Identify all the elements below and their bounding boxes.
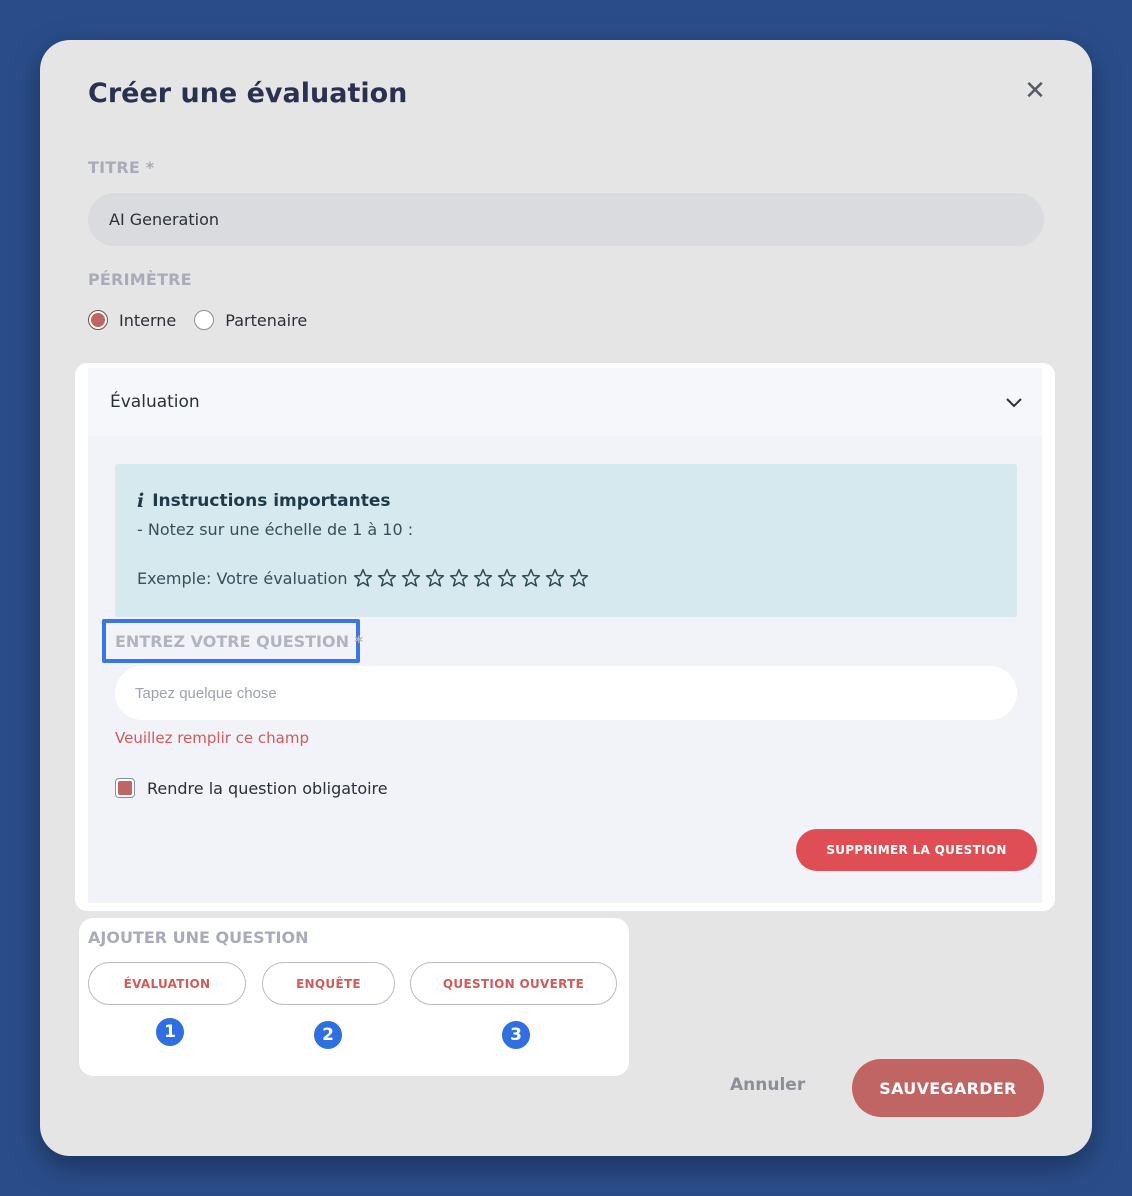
add-question-panel: AJOUTER UNE QUESTION ÉVALUATION ENQUÊTE … bbox=[79, 918, 629, 1076]
info-icon: i bbox=[137, 490, 145, 512]
mandatory-label[interactable]: Rendre la question obligatoire bbox=[147, 779, 388, 798]
save-button[interactable]: SAUVEGARDER bbox=[852, 1059, 1044, 1117]
instructions-example: Exemple: Votre évaluation bbox=[137, 568, 995, 588]
step-badge-3: 3 bbox=[500, 1019, 532, 1051]
star-icon bbox=[425, 568, 444, 587]
add-evaluation-button[interactable]: ÉVALUATION bbox=[88, 962, 246, 1005]
star-icon bbox=[353, 568, 372, 587]
perimetre-label: PÉRIMÈTRE bbox=[88, 270, 192, 289]
add-open-question-button[interactable]: QUESTION OUVERTE bbox=[410, 962, 617, 1005]
accordion-header[interactable]: Évaluation bbox=[88, 368, 1042, 436]
radio-partenaire-label[interactable]: Partenaire bbox=[225, 311, 307, 330]
question-card: Évaluation i Instructions importantes - … bbox=[75, 363, 1055, 911]
star-icon bbox=[497, 568, 516, 587]
instructions-title: Instructions importantes bbox=[152, 491, 391, 511]
chevron-down-icon[interactable] bbox=[1004, 392, 1024, 412]
star-rating bbox=[353, 568, 593, 588]
instructions-heading: i Instructions importantes bbox=[137, 490, 995, 512]
star-icon bbox=[377, 568, 396, 587]
question-input[interactable] bbox=[115, 666, 1017, 720]
mandatory-row: Rendre la question obligatoire bbox=[115, 778, 388, 798]
star-icon bbox=[473, 568, 492, 587]
example-text: Exemple: Votre évaluation bbox=[137, 568, 348, 588]
perimetre-radio-group: Interne Partenaire bbox=[88, 310, 325, 330]
question-body: Évaluation i Instructions importantes - … bbox=[88, 368, 1042, 903]
titre-value: AI Generation bbox=[109, 210, 220, 229]
instructions-line: - Notez sur une échelle de 1 à 10 : bbox=[137, 520, 414, 539]
mandatory-checkbox[interactable] bbox=[115, 778, 135, 798]
star-icon bbox=[401, 568, 420, 587]
radio-interne[interactable] bbox=[88, 310, 108, 330]
cancel-button[interactable]: Annuler bbox=[730, 1075, 805, 1095]
star-icon bbox=[449, 568, 468, 587]
delete-question-button[interactable]: SUPPRIMER LA QUESTION bbox=[796, 829, 1037, 871]
radio-interne-label[interactable]: Interne bbox=[119, 311, 176, 330]
create-evaluation-modal: Créer une évaluation ✕ TITRE * AI Genera… bbox=[40, 40, 1092, 1156]
add-enquete-button[interactable]: ENQUÊTE bbox=[262, 962, 395, 1005]
star-icon bbox=[569, 568, 588, 587]
star-icon bbox=[545, 568, 564, 587]
star-icon bbox=[521, 568, 540, 587]
add-question-label: AJOUTER UNE QUESTION bbox=[88, 928, 309, 947]
step-badge-1: 1 bbox=[154, 1016, 186, 1048]
step-badge-2: 2 bbox=[312, 1019, 344, 1051]
instructions-box: i Instructions importantes - Notez sur u… bbox=[115, 464, 1017, 617]
error-message: Veuillez remplir ce champ bbox=[115, 729, 309, 747]
titre-input[interactable]: AI Generation bbox=[88, 193, 1044, 246]
question-label: ENTREZ VOTRE QUESTION * bbox=[115, 632, 363, 651]
close-icon[interactable]: ✕ bbox=[1020, 76, 1050, 106]
radio-partenaire[interactable] bbox=[194, 310, 215, 330]
accordion-title: Évaluation bbox=[110, 392, 200, 412]
modal-title: Créer une évaluation bbox=[88, 78, 408, 109]
titre-label: TITRE * bbox=[88, 158, 155, 177]
